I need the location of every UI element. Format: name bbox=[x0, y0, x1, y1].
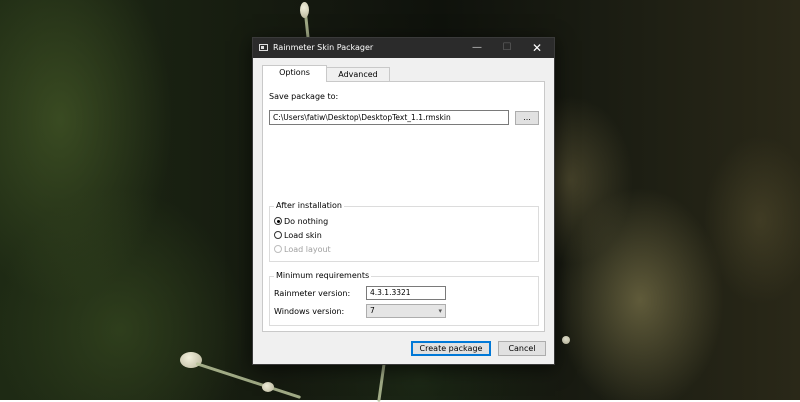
radio-unchecked-icon bbox=[274, 231, 282, 239]
rainmeter-version-input[interactable]: 4.3.1.3321 bbox=[366, 286, 446, 300]
windows-version-value: 7 bbox=[370, 306, 375, 315]
tab-options[interactable]: Options bbox=[262, 65, 327, 82]
after-installation-title: After installation bbox=[274, 201, 344, 210]
after-installation-group: After installation Do nothing Load skin … bbox=[269, 201, 539, 262]
title-bar[interactable]: Rainmeter Skin Packager — ☐ ✕ bbox=[253, 38, 554, 58]
radio-load-layout-label: Load layout bbox=[284, 245, 331, 254]
windows-version-label: Windows version: bbox=[274, 307, 345, 316]
minimum-requirements-title: Minimum requirements bbox=[274, 271, 372, 280]
browse-button[interactable]: ... bbox=[515, 111, 539, 125]
create-package-button[interactable]: Create package bbox=[411, 341, 491, 356]
window-title: Rainmeter Skin Packager bbox=[273, 43, 374, 52]
wallpaper-stem bbox=[377, 361, 386, 402]
rainmeter-app-icon bbox=[259, 44, 268, 51]
wallpaper-stem bbox=[195, 362, 302, 399]
skin-packager-window: Rainmeter Skin Packager — ☐ ✕ Options Ad… bbox=[252, 37, 555, 365]
maximize-button[interactable]: ☐ bbox=[493, 38, 521, 58]
wallpaper-bud bbox=[262, 382, 274, 392]
chevron-down-icon: ▾ bbox=[438, 307, 442, 315]
radio-do-nothing[interactable]: Do nothing bbox=[274, 217, 328, 226]
options-panel: Save package to: C:\Users\fatiw\Desktop\… bbox=[262, 81, 545, 332]
close-button[interactable]: ✕ bbox=[523, 38, 551, 58]
minimum-requirements-group: Minimum requirements Rainmeter version: … bbox=[269, 271, 539, 326]
radio-checked-icon bbox=[274, 217, 282, 225]
tab-advanced[interactable]: Advanced bbox=[326, 67, 390, 82]
radio-load-layout: Load layout bbox=[274, 245, 331, 254]
wallpaper-bud bbox=[562, 336, 570, 344]
save-package-label: Save package to: bbox=[269, 92, 339, 101]
radio-load-skin-label: Load skin bbox=[284, 231, 322, 240]
wallpaper-bud bbox=[300, 2, 309, 18]
radio-disabled-icon bbox=[274, 245, 282, 253]
radio-load-skin[interactable]: Load skin bbox=[274, 231, 322, 240]
cancel-button[interactable]: Cancel bbox=[498, 341, 546, 356]
rainmeter-version-label: Rainmeter version: bbox=[274, 289, 351, 298]
minimize-button[interactable]: — bbox=[463, 38, 491, 58]
windows-version-select[interactable]: 7 ▾ bbox=[366, 304, 446, 318]
radio-do-nothing-label: Do nothing bbox=[284, 217, 329, 226]
save-path-input[interactable]: C:\Users\fatiw\Desktop\DesktopText_1.1.r… bbox=[269, 110, 509, 125]
